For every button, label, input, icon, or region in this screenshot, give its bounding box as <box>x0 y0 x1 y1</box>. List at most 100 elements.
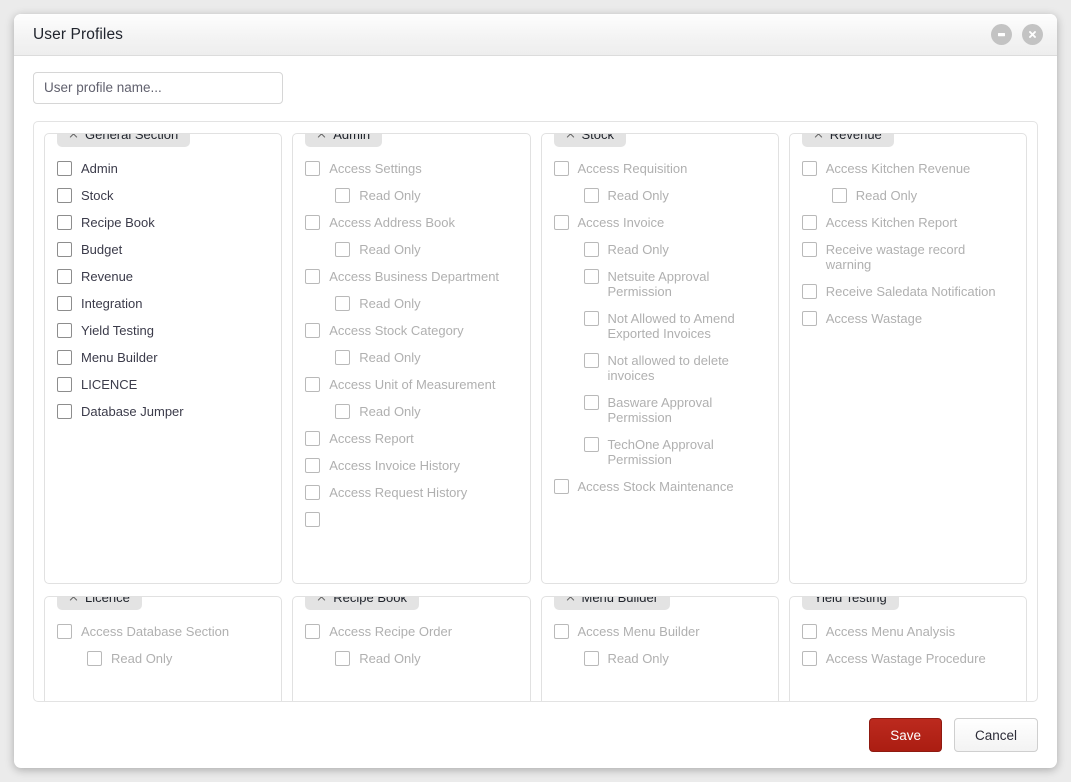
panel-header-yield-testing[interactable]: Yield Testing <box>802 596 899 610</box>
checkbox-read-only[interactable] <box>584 188 599 203</box>
user-profiles-dialog: User Profiles General Section Admin Stock R… <box>14 14 1057 768</box>
checkbox-budget[interactable] <box>57 242 72 257</box>
checkbox-receive-saledata-notification[interactable] <box>802 284 817 299</box>
checkbox-access-wastage-procedure[interactable] <box>802 651 817 666</box>
panel-header-stock[interactable]: Stock <box>554 133 627 147</box>
checkbox-access-recipe-order[interactable] <box>305 624 320 639</box>
checkbox-access-database-section[interactable] <box>57 624 72 639</box>
checkbox-read-only[interactable] <box>335 296 350 311</box>
option-row: Read Only <box>305 241 517 257</box>
checkbox-not-allowed-to-delete-invoices[interactable] <box>584 353 599 368</box>
checkbox-access-business-department[interactable] <box>305 269 320 284</box>
chevron-up-icon <box>566 133 575 140</box>
checkbox-menu-builder[interactable] <box>57 350 72 365</box>
option-label: Receive Saledata Notification <box>826 283 996 299</box>
checkbox-access-kitchen-report[interactable] <box>802 215 817 230</box>
checkbox-techone-approval-permission[interactable] <box>584 437 599 452</box>
checkbox-access-requisition[interactable] <box>554 161 569 176</box>
checkbox-access-stock-maintenance[interactable] <box>554 479 569 494</box>
option-label: Read Only <box>608 187 669 203</box>
option-label: Access Report <box>329 430 414 446</box>
checkbox-integration[interactable] <box>57 296 72 311</box>
checkbox-unnamed[interactable] <box>305 512 320 527</box>
checkbox-netsuite-approval-permission[interactable] <box>584 269 599 284</box>
panel-header-revenue[interactable]: Revenue <box>802 133 894 147</box>
checkbox-read-only[interactable] <box>584 651 599 666</box>
checkbox-access-settings[interactable] <box>305 161 320 176</box>
checkbox-access-stock-category[interactable] <box>305 323 320 338</box>
checkbox-read-only[interactable] <box>335 651 350 666</box>
option-label: Read Only <box>359 295 420 311</box>
option-row: Netsuite Approval Permission <box>554 268 766 299</box>
dialog-footer: Save Cancel <box>14 702 1057 768</box>
option-label: Read Only <box>359 241 420 257</box>
checkbox-stock[interactable] <box>57 188 72 203</box>
dialog-titlebar: User Profiles <box>14 14 1057 56</box>
permission-sections-container: General Section Admin Stock Recipe Book Budg… <box>33 121 1038 702</box>
panel-header-recipe-book[interactable]: Recipe Book <box>305 596 419 610</box>
panel-header-licence[interactable]: Licence <box>57 596 142 610</box>
panel-admin: AdminAccess SettingsRead OnlyAccess Addr… <box>292 133 530 584</box>
checkbox-licence[interactable] <box>57 377 72 392</box>
checkbox-access-kitchen-revenue[interactable] <box>802 161 817 176</box>
checkbox-read-only[interactable] <box>584 242 599 257</box>
checkbox-revenue[interactable] <box>57 269 72 284</box>
panel-stock: StockAccess RequisitionRead OnlyAccess I… <box>541 133 779 584</box>
option-label: Netsuite Approval Permission <box>608 268 766 299</box>
option-row: Not allowed to delete invoices <box>554 352 766 383</box>
option-row: Access Report <box>305 430 517 446</box>
option-row: Access Settings <box>305 160 517 176</box>
checkbox-access-unit-of-measurement[interactable] <box>305 377 320 392</box>
option-row: Access Kitchen Revenue <box>802 160 1014 176</box>
checkbox-admin[interactable] <box>57 161 72 176</box>
option-label: Menu Builder <box>81 349 158 365</box>
option-label: Access Stock Category <box>329 322 463 338</box>
checkbox-access-invoice[interactable] <box>554 215 569 230</box>
checkbox-access-menu-analysis[interactable] <box>802 624 817 639</box>
checkbox-access-wastage[interactable] <box>802 311 817 326</box>
save-button[interactable]: Save <box>869 718 942 752</box>
option-row: Access Invoice History <box>305 457 517 473</box>
panel-title: Revenue <box>830 133 882 142</box>
checkbox-read-only[interactable] <box>335 242 350 257</box>
checkbox-not-allowed-to-amend-exported-invoices[interactable] <box>584 311 599 326</box>
option-row: Revenue <box>57 268 269 284</box>
option-row: Stock <box>57 187 269 203</box>
option-label: Access Menu Builder <box>578 623 700 639</box>
checkbox-read-only[interactable] <box>832 188 847 203</box>
close-icon[interactable] <box>1022 24 1043 45</box>
checkbox-read-only[interactable] <box>335 188 350 203</box>
option-row: Read Only <box>305 349 517 365</box>
option-label: Admin <box>81 160 118 176</box>
checkbox-access-menu-builder[interactable] <box>554 624 569 639</box>
checkbox-read-only[interactable] <box>335 350 350 365</box>
checkbox-access-report[interactable] <box>305 431 320 446</box>
option-label: Read Only <box>359 650 420 666</box>
checkbox-access-request-history[interactable] <box>305 485 320 500</box>
user-profile-name-input[interactable] <box>33 72 283 104</box>
option-label: Access Settings <box>329 160 422 176</box>
minimize-icon[interactable] <box>991 24 1012 45</box>
cancel-button[interactable]: Cancel <box>954 718 1038 752</box>
checkbox-receive-wastage-record-warning[interactable] <box>802 242 817 257</box>
option-row <box>305 511 517 527</box>
option-row: Read Only <box>802 187 1014 203</box>
option-row: Integration <box>57 295 269 311</box>
panel-header-menu-builder[interactable]: Menu Builder <box>554 596 671 610</box>
option-row: Budget <box>57 241 269 257</box>
checkbox-recipe-book[interactable] <box>57 215 72 230</box>
checkbox-read-only[interactable] <box>335 404 350 419</box>
checkbox-database-jumper[interactable] <box>57 404 72 419</box>
dialog-body: General Section Admin Stock Recipe Book Budg… <box>14 56 1057 702</box>
checkbox-basware-approval-permission[interactable] <box>584 395 599 410</box>
checkbox-access-address-book[interactable] <box>305 215 320 230</box>
panel-general-section: General SectionAdminStockRecipe BookBudg… <box>44 133 282 584</box>
option-label: Access Kitchen Revenue <box>826 160 971 176</box>
option-label: Database Jumper <box>81 403 184 419</box>
option-row: Menu Builder <box>57 349 269 365</box>
panel-header-general-section[interactable]: General Section <box>57 133 190 147</box>
panel-header-admin[interactable]: Admin <box>305 133 382 147</box>
checkbox-yield-testing[interactable] <box>57 323 72 338</box>
checkbox-access-invoice-history[interactable] <box>305 458 320 473</box>
checkbox-read-only[interactable] <box>87 651 102 666</box>
